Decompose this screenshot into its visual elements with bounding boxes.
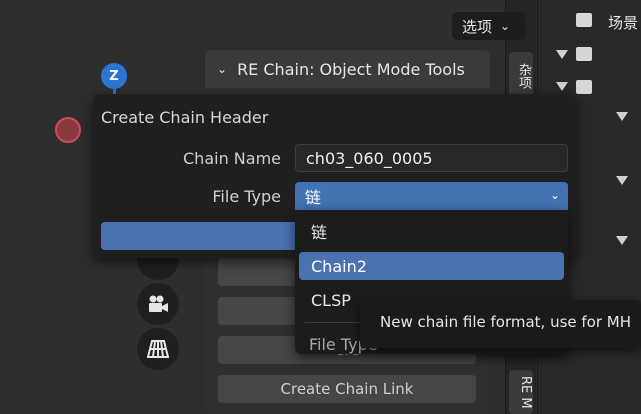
grid-icon[interactable] xyxy=(137,328,179,370)
chain-name-label: Chain Name xyxy=(183,149,281,168)
options-label: 选项 xyxy=(462,17,493,36)
create-chain-link-button[interactable]: Create Chain Link xyxy=(218,375,476,403)
ok-button[interactable] xyxy=(101,222,297,250)
expand-icon[interactable] xyxy=(616,236,628,245)
dialog-title: Create Chain Header xyxy=(101,108,269,127)
outliner-scene-row[interactable]: 场景 xyxy=(538,8,641,34)
collection-icon xyxy=(576,80,592,94)
file-type-value: 链 xyxy=(305,188,322,207)
camera-icon[interactable] xyxy=(137,283,179,325)
gizmo-neg-x-axis[interactable] xyxy=(55,117,81,143)
chevron-down-icon: ⌄ xyxy=(217,62,228,76)
chevron-down-icon: ⌄ xyxy=(500,19,511,33)
chain-name-value: ch03_060_0005 xyxy=(306,148,433,168)
expand-icon[interactable] xyxy=(556,82,568,91)
file-type-select[interactable]: 链 ⌄ xyxy=(295,182,568,210)
gizmo-z-axis[interactable]: Z xyxy=(101,63,127,89)
panel-title: RE Chain: Object Mode Tools xyxy=(237,59,465,79)
tooltip: New chain file format, use for MH xyxy=(360,300,641,348)
dropdown-item-chain2[interactable]: Chain2 xyxy=(299,252,564,280)
expand-icon[interactable] xyxy=(616,112,628,121)
tab-re-mesh[interactable]: RE M xyxy=(509,370,533,414)
expand-icon[interactable] xyxy=(556,50,568,59)
outliner-title: 场景 xyxy=(608,14,639,32)
expand-icon[interactable] xyxy=(616,176,628,185)
panel-header[interactable]: ⌄ RE Chain: Object Mode Tools xyxy=(205,50,490,88)
tooltip-text: New chain file format, use for MH xyxy=(380,313,632,331)
scene-icon xyxy=(576,13,592,27)
dropdown-item-lian[interactable]: 链 xyxy=(299,217,564,245)
options-dropdown[interactable]: 选项 ⌄ xyxy=(452,12,526,40)
file-type-label: File Type xyxy=(212,187,281,206)
tab-misc[interactable]: 杂项 xyxy=(509,52,533,100)
chevron-down-icon: ⌄ xyxy=(549,188,560,202)
chain-name-field[interactable]: ch03_060_0005 xyxy=(295,144,568,172)
collection-icon xyxy=(576,47,592,61)
